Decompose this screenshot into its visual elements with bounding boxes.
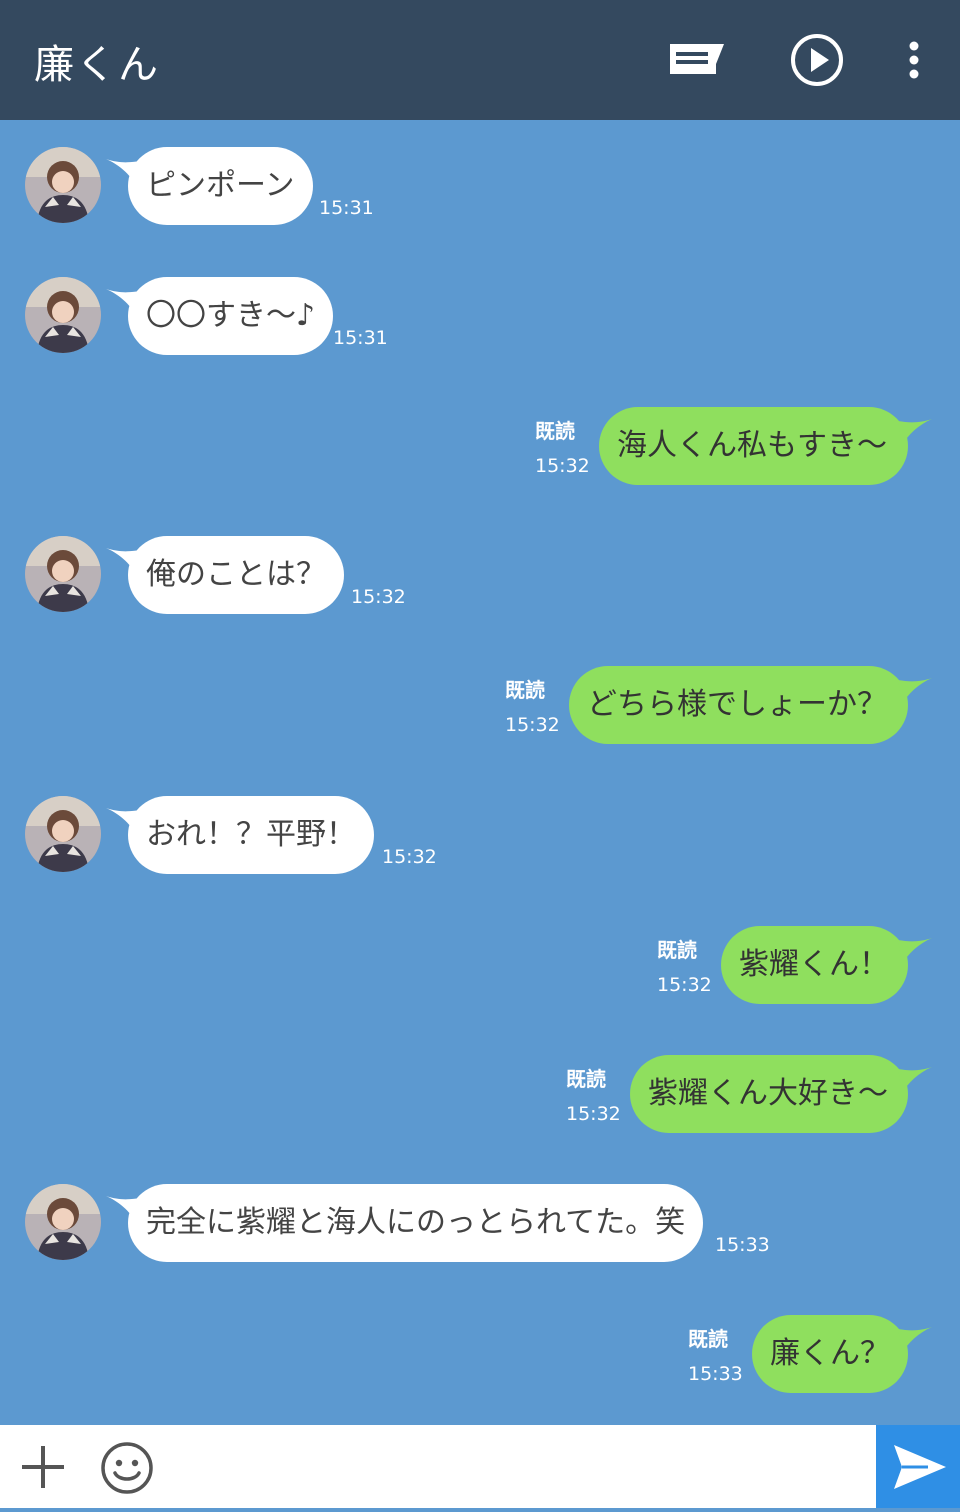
bubble-tail <box>898 1327 932 1353</box>
read-receipt: 既読 <box>657 938 697 962</box>
read-receipt: 既読 <box>535 419 575 443</box>
message-bubble[interactable]: 廉くん？ <box>752 1315 908 1393</box>
message-incoming: 俺のことは？ 15:32 <box>0 536 960 616</box>
avatar[interactable] <box>25 536 101 612</box>
message-bubble[interactable]: どちら様でしょーか？ <box>569 666 908 744</box>
message-incoming: 完全に紫耀と海人にのっとられてた。笑 15:33 <box>0 1184 960 1264</box>
message-outgoing: 既読 15:33 廉くん？ <box>0 1315 960 1395</box>
read-receipt: 既読 <box>688 1327 728 1351</box>
message-time: 15:32 <box>566 1103 621 1125</box>
message-bubble[interactable]: おれ！？平野！ <box>128 796 374 874</box>
message-time: 15:31 <box>333 327 388 349</box>
send-icon <box>894 1445 946 1489</box>
message-time: 15:32 <box>505 714 560 736</box>
chat-messages[interactable]: ピンポーン 15:31 〇〇すき〜♪ 15:31 既読 15:32 海人くん私も… <box>0 120 960 1425</box>
play-icon[interactable] <box>789 32 845 88</box>
avatar[interactable] <box>25 277 101 353</box>
more-vertical-icon[interactable] <box>902 40 926 80</box>
bubble-tail <box>898 678 932 704</box>
message-time: 15:33 <box>688 1363 743 1385</box>
avatar[interactable] <box>25 147 101 223</box>
send-button[interactable] <box>876 1425 960 1508</box>
message-time: 15:32 <box>657 974 712 996</box>
message-bubble[interactable]: 〇〇すき〜♪ <box>128 277 334 355</box>
message-bubble[interactable]: 紫耀くん大好き〜 <box>630 1055 908 1133</box>
message-incoming: おれ！？平野！ 15:32 <box>0 796 960 876</box>
smile-icon[interactable] <box>100 1441 154 1495</box>
bubble-tail <box>898 419 932 445</box>
chat-title: 廉くん <box>34 42 160 88</box>
message-outgoing: 既読 15:32 紫耀くん！ <box>0 926 960 1006</box>
chat-header: 廉くん <box>0 0 960 120</box>
read-receipt: 既読 <box>505 678 545 702</box>
note-icon[interactable] <box>668 40 726 76</box>
message-time: 15:32 <box>351 586 406 608</box>
message-input[interactable] <box>170 1435 860 1498</box>
message-time: 15:33 <box>715 1234 770 1256</box>
message-time: 15:31 <box>319 197 374 219</box>
message-outgoing: 既読 15:32 どちら様でしょーか？ <box>0 666 960 746</box>
message-bubble[interactable]: 海人くん私もすき〜 <box>599 407 908 485</box>
bubble-tail <box>898 938 932 964</box>
message-outgoing: 既読 15:32 紫耀くん大好き〜 <box>0 1055 960 1135</box>
message-bubble[interactable]: 完全に紫耀と海人にのっとられてた。笑 <box>128 1184 704 1262</box>
bubble-tail <box>898 1067 932 1093</box>
input-bar <box>0 1425 960 1508</box>
message-incoming: 〇〇すき〜♪ 15:31 <box>0 277 960 357</box>
message-bubble[interactable]: ピンポーン <box>128 147 313 225</box>
message-bubble[interactable]: 紫耀くん！ <box>721 926 908 1004</box>
read-receipt: 既読 <box>566 1067 606 1091</box>
plus-icon[interactable] <box>20 1444 66 1490</box>
message-outgoing: 既読 15:32 海人くん私もすき〜 <box>0 407 960 487</box>
avatar[interactable] <box>25 1184 101 1260</box>
message-bubble[interactable]: 俺のことは？ <box>128 536 344 614</box>
message-time: 15:32 <box>535 455 590 477</box>
message-time: 15:32 <box>382 846 437 868</box>
message-incoming: ピンポーン 15:31 <box>0 147 960 227</box>
avatar[interactable] <box>25 796 101 872</box>
